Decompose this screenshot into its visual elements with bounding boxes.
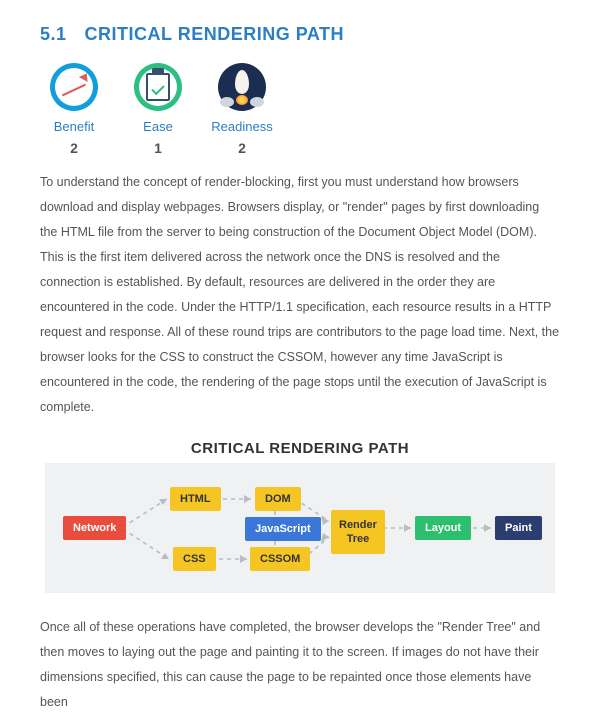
metric-ease-label: Ease xyxy=(143,119,173,134)
metric-benefit-value: 2 xyxy=(70,140,78,156)
node-html: HTML xyxy=(170,487,221,511)
diagram-canvas: Network HTML CSS DOM JavaScript CSSOM Re… xyxy=(45,463,555,593)
node-render-tree-l1: Render xyxy=(339,518,377,532)
metric-readiness-value: 2 xyxy=(238,140,246,156)
diagram-title: CRITICAL RENDERING PATH xyxy=(34,440,566,457)
node-render-tree-l2: Tree xyxy=(339,532,377,546)
metric-benefit-label: Benefit xyxy=(54,119,94,134)
node-render-tree: Render Tree xyxy=(331,510,385,554)
crp-diagram: CRITICAL RENDERING PATH Network HT xyxy=(34,440,566,593)
benefit-icon xyxy=(50,63,98,111)
node-dom: DOM xyxy=(255,487,301,511)
section-title: CRITICAL RENDERING PATH xyxy=(85,24,345,44)
ease-icon xyxy=(134,63,182,111)
section-number: 5.1 xyxy=(40,24,67,44)
node-paint: Paint xyxy=(495,516,542,540)
metric-readiness-label: Readiness xyxy=(211,119,272,134)
node-layout: Layout xyxy=(415,516,471,540)
metric-benefit: Benefit 2 xyxy=(46,63,102,156)
metric-readiness: Readiness 2 xyxy=(214,63,270,156)
node-cssom: CSSOM xyxy=(250,547,310,571)
section-heading: 5.1 CRITICAL RENDERING PATH xyxy=(40,24,560,45)
intro-paragraph: To understand the concept of render-bloc… xyxy=(40,170,560,420)
node-javascript: JavaScript xyxy=(245,517,321,541)
node-css: CSS xyxy=(173,547,216,571)
node-network: Network xyxy=(63,516,126,540)
page: 5.1 CRITICAL RENDERING PATH Benefit 2 Eas… xyxy=(0,0,600,715)
outro-paragraph: Once all of these operations have comple… xyxy=(40,615,560,715)
metric-ease: Ease 1 xyxy=(130,63,186,156)
readiness-icon xyxy=(218,63,266,111)
metric-ease-value: 1 xyxy=(154,140,162,156)
metrics-row: Benefit 2 Ease 1 Readiness 2 xyxy=(46,63,560,156)
